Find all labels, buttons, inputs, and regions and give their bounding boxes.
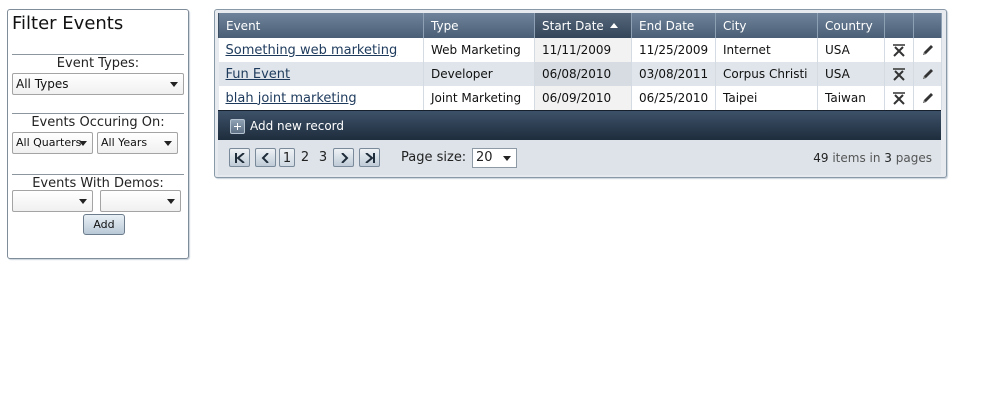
edit-cell[interactable]	[913, 38, 942, 62]
first-page-button[interactable]	[229, 148, 250, 167]
item-count: 49	[813, 151, 829, 165]
end-date-cell: 06/25/2010	[631, 86, 716, 110]
occurring-label: Events Occuring On:	[12, 113, 184, 130]
page-size-select[interactable]: 20	[472, 148, 517, 168]
column-header-city[interactable]: City	[715, 13, 818, 38]
column-header-start-date[interactable]: Start Date	[534, 13, 632, 38]
add-new-record-button[interactable]: Add new record	[230, 118, 344, 134]
demos-select-1[interactable]	[12, 190, 93, 212]
page-number[interactable]: 3	[316, 148, 330, 167]
delete-icon[interactable]	[892, 67, 906, 81]
header-row: Event Type Start Date End Date City Coun…	[218, 13, 942, 38]
table-row: Something web marketing Web Marketing 11…	[218, 38, 942, 62]
delete-cell[interactable]	[884, 62, 914, 86]
column-header-delete	[884, 13, 914, 38]
edit-pencil-icon[interactable]	[921, 43, 935, 57]
page-number[interactable]: 2	[298, 148, 312, 167]
event-link[interactable]: blah joint marketing	[226, 91, 357, 106]
type-cell: Joint Marketing	[423, 86, 535, 110]
chevron-down-icon	[164, 141, 172, 146]
delete-icon[interactable]	[892, 43, 906, 57]
quarters-value: All Quarters	[16, 136, 82, 149]
add-button[interactable]: Add	[83, 214, 125, 235]
next-page-button[interactable]	[333, 148, 354, 167]
command-bar: Add new record	[218, 110, 941, 140]
event-link[interactable]: Fun Event	[226, 67, 291, 82]
pages-text: pages	[895, 151, 932, 165]
event-cell[interactable]: Fun Event	[218, 62, 424, 86]
city-cell: Internet	[715, 38, 818, 62]
chevron-down-icon	[79, 141, 87, 146]
items-text: items in	[832, 151, 881, 165]
page-size-value: 20	[476, 150, 493, 165]
end-date-cell: 03/08/2011	[631, 62, 716, 86]
edit-cell[interactable]	[913, 62, 942, 86]
filter-panel: Filter Events Event Types: All Types Eve…	[7, 9, 189, 259]
edit-pencil-icon[interactable]	[921, 67, 935, 81]
events-table: Event Type Start Date End Date City Coun…	[218, 13, 942, 110]
last-page-icon	[365, 153, 375, 163]
page-number-current[interactable]: 1	[279, 148, 295, 167]
column-header-country[interactable]: Country	[817, 13, 885, 38]
delete-cell[interactable]	[884, 38, 914, 62]
chevron-down-icon	[503, 156, 511, 161]
page-count: 3	[884, 151, 892, 165]
end-date-cell: 11/25/2009	[631, 38, 716, 62]
chevron-down-icon	[170, 82, 178, 87]
filter-title: Filter Events	[12, 13, 124, 34]
delete-icon[interactable]	[892, 91, 906, 105]
event-types-label: Event Types:	[12, 54, 184, 71]
start-date-cell: 06/09/2010	[534, 86, 632, 110]
prev-page-icon	[261, 153, 269, 163]
page-size-label: Page size:	[401, 150, 467, 165]
table-row: Fun Event Developer 06/08/2010 03/08/201…	[218, 62, 942, 86]
event-cell[interactable]: Something web marketing	[218, 38, 424, 62]
years-select[interactable]: All Years	[97, 132, 178, 154]
event-types-value: All Types	[16, 77, 69, 91]
event-link[interactable]: Something web marketing	[226, 43, 398, 58]
events-grid: Event Type Start Date End Date City Coun…	[214, 9, 947, 178]
column-header-end-date[interactable]: End Date	[631, 13, 716, 38]
pager-info: 49 items in 3 pages	[813, 151, 932, 165]
years-value: All Years	[101, 136, 148, 149]
prev-page-button[interactable]	[255, 148, 276, 167]
edit-pencil-icon[interactable]	[921, 91, 935, 105]
type-cell: Web Marketing	[423, 38, 535, 62]
city-cell: Corpus Christi	[715, 62, 818, 86]
country-cell: Taiwan	[817, 86, 885, 110]
city-cell: Taipei	[715, 86, 818, 110]
event-types-select[interactable]: All Types	[12, 73, 184, 95]
column-header-edit	[913, 13, 942, 38]
demos-select-2[interactable]	[100, 190, 181, 212]
grid-body: Event Type Start Date End Date City Coun…	[218, 13, 942, 175]
edit-cell[interactable]	[913, 86, 942, 110]
pager: 1 2 3 Page size: 20 49 items in 3 pages	[218, 140, 941, 175]
country-cell: USA	[817, 38, 885, 62]
quarters-select[interactable]: All Quarters	[12, 132, 93, 154]
sort-ascending-icon	[609, 22, 618, 28]
demos-label: Events With Demos:	[12, 174, 184, 191]
start-date-cell: 06/08/2010	[534, 62, 632, 86]
event-cell[interactable]: blah joint marketing	[218, 86, 424, 110]
plus-icon	[230, 118, 245, 134]
column-header-event[interactable]: Event	[218, 13, 424, 38]
country-cell: USA	[817, 62, 885, 86]
chevron-down-icon	[79, 199, 87, 204]
type-cell: Developer	[423, 62, 535, 86]
chevron-down-icon	[167, 199, 175, 204]
add-new-record-label: Add new record	[250, 119, 344, 133]
last-page-button[interactable]	[359, 148, 380, 167]
column-header-type[interactable]: Type	[423, 13, 535, 38]
table-row: blah joint marketing Joint Marketing 06/…	[218, 86, 942, 110]
start-date-cell: 11/11/2009	[534, 38, 632, 62]
next-page-icon	[341, 153, 349, 163]
first-page-icon	[235, 153, 245, 163]
delete-cell[interactable]	[884, 86, 914, 110]
